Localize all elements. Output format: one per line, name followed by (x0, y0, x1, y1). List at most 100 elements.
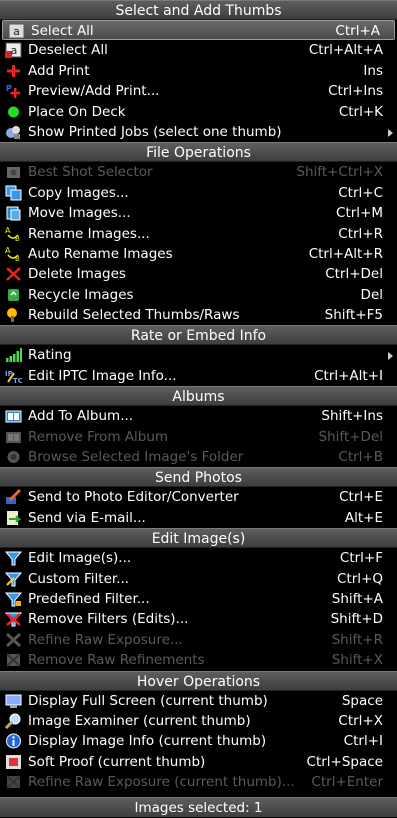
menu-item-label: Send via E-mail... (28, 509, 146, 526)
menu-item-shortcut: Ctrl+F (339, 550, 383, 567)
menu-item-shortcut: Ctrl+Q (337, 570, 383, 587)
menu-item-shortcut: Shift+R (331, 631, 383, 648)
menu-item-shortcut: Ctrl+K (338, 103, 383, 120)
menu-item-refine-raw-exposure-current-thumb[interactable]: Refine Raw Exposure (current thumb)... Ct… (0, 772, 397, 792)
menu-item-show-printed-jobs-select-one-thumb[interactable]: Show Printed Jobs (select one thumb) (0, 122, 397, 142)
recycle-images-icon (5, 287, 22, 303)
menu-item-shortcut: Ctrl+B (338, 449, 383, 466)
menu-item-label: Place On Deck (28, 103, 126, 120)
menu-item-label: Add To Album... (28, 408, 134, 425)
menu-item-shortcut: Shift+Ctrl+X (296, 164, 383, 181)
refine-raw-icon (5, 632, 22, 648)
menu-item-shortcut: Ctrl+E (339, 489, 383, 506)
menu-item-label: Best Shot Selector (28, 164, 153, 181)
menu-item-refine-raw-exposure[interactable]: Refine Raw Exposure... Shift+R (0, 630, 397, 650)
menu-item-label: Recycle Images (28, 286, 134, 303)
svg-text:TC: TC (13, 377, 22, 384)
printed-jobs-icon (5, 124, 22, 140)
move-images-icon (5, 205, 22, 221)
menu-item-shortcut: Space (341, 692, 383, 709)
menu-item-label: Deselect All (28, 42, 108, 59)
menu-item-label: Delete Images (28, 266, 126, 283)
menu-item-display-image-info-current-thumb[interactable]: Display Image Info (current thumb) Ctrl+I (0, 731, 397, 751)
menu-item-custom-filter[interactable]: Custom Filter... Ctrl+Q (0, 569, 397, 589)
menu-item-delete-images[interactable]: Delete Images Ctrl+Del (0, 264, 397, 284)
menu-item-display-full-screen-current-thumb[interactable]: Display Full Screen (current thumb) Space (0, 691, 397, 711)
section-header: Select and Add Thumbs (0, 0, 397, 20)
menu-item-rename-images[interactable]: A B Rename Images... Ctrl+R (0, 224, 397, 244)
menu-item-shortcut: Ctrl+Del (325, 266, 383, 283)
menu-item-label: Move Images... (28, 205, 131, 222)
menu-item-remove-raw-refinements[interactable]: Remove Raw Refinements Shift+X (0, 650, 397, 670)
svg-text:A: A (5, 226, 11, 235)
svg-text:a: a (11, 44, 18, 57)
add-album-icon (5, 408, 22, 424)
menu-item-label: Rebuild Selected Thumbs/Raws (28, 307, 240, 324)
menu-item-browse-selected-image-s-folder[interactable]: Browse Selected Image's Folder Ctrl+B (0, 447, 397, 467)
menu-item-shortcut: Ctrl+Enter (311, 774, 383, 791)
menu-item-shortcut: Shift+Del (318, 428, 383, 445)
menu-item-shortcut: Ctrl+M (336, 205, 383, 222)
auto-rename-icon: AB (5, 246, 22, 262)
soft-proof-icon (5, 754, 22, 770)
menu-item-label: Remove Raw Refinements (28, 652, 205, 669)
remove-filters-icon (5, 611, 22, 627)
menu-item-deselect-all[interactable]: a Deselect All Ctrl+Alt+A (0, 40, 397, 60)
section-header: Hover Operations (0, 670, 397, 691)
menu-item-shortcut: Ctrl+R (338, 225, 383, 242)
menu-item-label: Rename Images... (28, 225, 150, 242)
remove-raw-icon (5, 652, 22, 668)
menu-item-label: Rating (28, 347, 72, 364)
menu-item-rebuild-selected-thumbs-raws[interactable]: Rebuild Selected Thumbs/Raws Shift+F5 (0, 305, 397, 325)
menu-item-auto-rename-images[interactable]: A B Auto Rename Images Ctrl+Alt+R (0, 244, 397, 264)
menu-item-shortcut: Shift+X (331, 652, 383, 669)
menu-item-edit-image-s[interactable]: Edit Image(s)... Ctrl+F (0, 548, 397, 568)
submenu-arrow-icon (388, 352, 393, 361)
menu-item-preview-add-print[interactable]: P Preview/Add Print... Ctrl+Ins (0, 81, 397, 101)
menu-item-shortcut: Ctrl+Alt+I (314, 367, 383, 384)
menu-item-send-via-e-mail[interactable]: Send via E-mail... Alt+E (0, 508, 397, 528)
menu-item-shortcut: Shift+A (331, 590, 383, 607)
menu-item-image-examiner-current-thumb[interactable]: Image Examiner (current thumb) Ctrl+X (0, 711, 397, 731)
menu-item-best-shot-selector[interactable]: Best Shot Selector Shift+Ctrl+X (0, 162, 397, 182)
section-header: Edit Image(s) (0, 528, 397, 549)
menu-item-remove-filters-edits[interactable]: Remove Filters (Edits)... Shift+D (0, 609, 397, 629)
menu-item-rating[interactable]: Rating (0, 345, 397, 365)
rating-icon (5, 347, 22, 363)
section-header: File Operations (0, 142, 397, 163)
best-shot-icon (5, 164, 22, 180)
svg-text:a: a (13, 25, 20, 38)
menu-item-shortcut: Shift+Ins (321, 408, 383, 425)
section-header: Send Photos (0, 467, 397, 488)
menu-item-copy-images[interactable]: Copy Images... Ctrl+C (0, 183, 397, 203)
menu-item-shortcut: Ctrl+Ins (328, 83, 383, 100)
menu-item-predefined-filter[interactable]: Predefined Filter... Shift+A (0, 589, 397, 609)
menu-item-shortcut: Ctrl+Space (306, 753, 383, 770)
menu-item-label: Browse Selected Image's Folder (28, 449, 244, 466)
remove-album-icon (5, 429, 22, 445)
predefined-filter-icon (5, 591, 22, 607)
menu-item-move-images[interactable]: Move Images... Ctrl+M (0, 203, 397, 223)
menu-item-place-on-deck[interactable]: Place On Deck Ctrl+K (0, 102, 397, 122)
context-menu: Select and Add Thumbs a Select All Ctrl+A a D… (0, 0, 397, 817)
examiner-icon (5, 713, 22, 729)
section-header: Rate or Embed Info (0, 325, 397, 346)
copy-images-icon (5, 185, 22, 201)
menu-item-remove-from-album[interactable]: Remove From Album Shift+Del (0, 427, 397, 447)
menu-item-recycle-images[interactable]: Recycle Images Del (0, 285, 397, 305)
menu-item-shortcut: Ctrl+A (335, 23, 380, 39)
menu-item-label: Add Print (28, 62, 90, 79)
menu-item-edit-iptc-image-info[interactable]: IP TC Edit IPTC Image Info... Ctrl+Alt+I (0, 366, 397, 386)
menu-item-send-to-photo-editor-converter[interactable]: Send to Photo Editor/Converter Ctrl+E (0, 487, 397, 507)
photo-editor-icon (5, 489, 22, 505)
submenu-arrow-icon (388, 128, 393, 137)
rebuild-thumbs-icon (5, 307, 22, 323)
menu-item-add-to-album[interactable]: Add To Album... Shift+Ins (0, 406, 397, 426)
svg-text:B: B (15, 235, 20, 242)
menu-item-add-print[interactable]: Add Print Ins (0, 61, 397, 81)
section-header: Albums (0, 386, 397, 407)
menu-item-label: Image Examiner (current thumb) (28, 712, 251, 729)
menu-item-soft-proof-current-thumb[interactable]: Soft Proof (current thumb) Ctrl+Space (0, 752, 397, 772)
menu-item-shortcut: Shift+D (330, 611, 383, 628)
menu-item-select-all[interactable]: a Select All Ctrl+A (2, 20, 395, 41)
